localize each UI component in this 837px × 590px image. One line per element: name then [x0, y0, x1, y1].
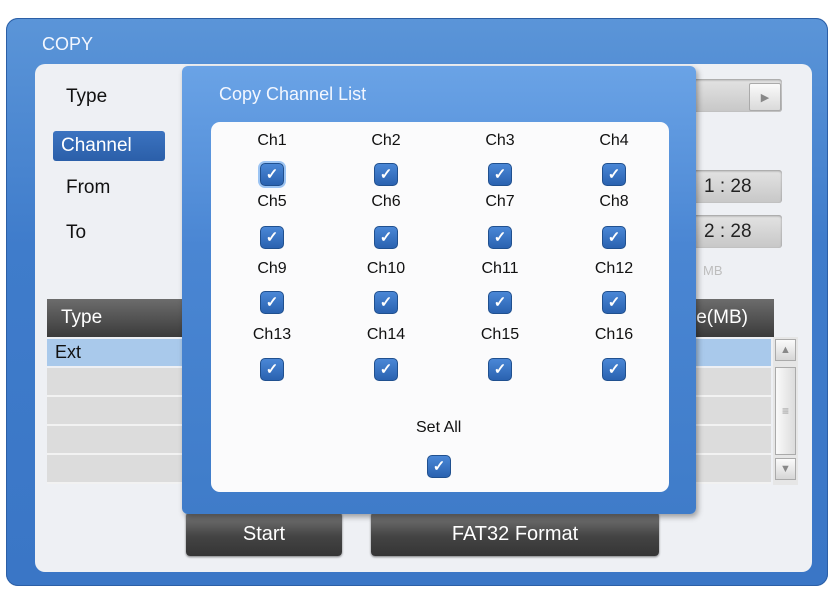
window-title: COPY: [42, 34, 94, 54]
from-label: From: [66, 177, 111, 198]
scroll-up-arrow-icon[interactable]: ▲: [775, 339, 796, 361]
from-time-field[interactable]: 1 : 28: [690, 170, 782, 203]
dialog-body: Ch1 Ch2 Ch3 Ch4 ✓ ✓ ✓ ✓ Ch5 Ch6 Ch7 Ch8 …: [211, 122, 669, 492]
channel-label-2: Ch2: [371, 132, 401, 149]
scroll-thumb[interactable]: ≡: [775, 367, 796, 455]
channel-checkbox-9[interactable]: ✓: [260, 291, 284, 314]
checkmark-icon: ✓: [265, 294, 279, 311]
checkmark-icon: ✓: [493, 361, 507, 378]
set-all-checkbox[interactable]: ✓: [427, 455, 451, 478]
to-label: To: [66, 222, 87, 243]
channel-label-1: Ch1: [257, 132, 287, 149]
copy-channel-list-dialog: Copy Channel List Ch1 Ch2 Ch3 Ch4 ✓ ✓ ✓ …: [182, 66, 696, 514]
to-time-value: 2 : 28: [704, 221, 752, 242]
channel-checkbox-13[interactable]: ✓: [260, 358, 284, 381]
checkmark-icon: ✓: [607, 294, 621, 311]
channel-label-7: Ch7: [485, 193, 515, 210]
column-header-type[interactable]: Type: [61, 307, 102, 329]
channel-label-14: Ch14: [366, 326, 406, 343]
checkmark-icon: ✓: [493, 166, 507, 183]
row-type-cell: Ext: [55, 342, 82, 362]
checkmark-icon: ✓: [265, 229, 279, 246]
channel-checkbox-15[interactable]: ✓: [488, 358, 512, 381]
channel-label-5: Ch5: [257, 193, 287, 210]
channel-label-11: Ch11: [481, 260, 519, 277]
channel-checkbox-4[interactable]: ✓: [602, 163, 626, 186]
channel-label-12: Ch12: [594, 260, 634, 277]
dialog-title: Copy Channel List: [219, 84, 367, 104]
channel-checkbox-14[interactable]: ✓: [374, 358, 398, 381]
table-scrollbar[interactable]: ▲ ≡ ▼: [773, 337, 798, 485]
from-time-value: 1 : 28: [704, 176, 752, 197]
channel-checkbox-7[interactable]: ✓: [488, 226, 512, 249]
channel-label-4: Ch4: [599, 132, 629, 149]
channel-checkbox-3[interactable]: ✓: [488, 163, 512, 186]
channel-label-15: Ch15: [480, 326, 520, 343]
channel-checkbox-1[interactable]: ✓: [260, 163, 284, 186]
checkmark-icon: ✓: [493, 294, 507, 311]
size-unit-label: MB: [703, 263, 723, 278]
checkmark-icon: ✓: [607, 166, 621, 183]
channel-checkbox-6[interactable]: ✓: [374, 226, 398, 249]
channel-label-10: Ch10: [366, 260, 406, 277]
set-all-label: Set All: [416, 419, 462, 436]
checkmark-icon: ✓: [379, 166, 393, 183]
type-label: Type: [66, 86, 108, 107]
checkmark-icon: ✓: [265, 166, 279, 183]
channel-checkbox-8[interactable]: ✓: [602, 226, 626, 249]
channel-label-13: Ch13: [252, 326, 292, 343]
channel-label-3: Ch3: [485, 132, 515, 149]
channel-checkbox-10[interactable]: ✓: [374, 291, 398, 314]
channel-label-8: Ch8: [599, 193, 629, 210]
checkmark-icon: ✓: [493, 229, 507, 246]
checkmark-icon: ✓: [379, 229, 393, 246]
checkmark-icon: ✓: [265, 361, 279, 378]
to-time-field[interactable]: 2 : 28: [690, 215, 782, 248]
channel-checkbox-5[interactable]: ✓: [260, 226, 284, 249]
column-header-size[interactable]: le(MB): [692, 307, 748, 329]
channel-checkbox-11[interactable]: ✓: [488, 291, 512, 314]
channel-label-6: Ch6: [371, 193, 401, 210]
channel-checkbox-12[interactable]: ✓: [602, 291, 626, 314]
channel-label-9: Ch9: [257, 260, 287, 277]
checkmark-icon: ✓: [607, 361, 621, 378]
scroll-down-arrow-icon[interactable]: ▼: [775, 458, 796, 480]
channel-checkbox-2[interactable]: ✓: [374, 163, 398, 186]
checkmark-icon: ✓: [607, 229, 621, 246]
checkmark-icon: ✓: [379, 294, 393, 311]
checkmark-icon: ✓: [432, 458, 446, 475]
channel-label[interactable]: Channel: [53, 131, 165, 161]
checkmark-icon: ✓: [379, 361, 393, 378]
fat32-format-button[interactable]: FAT32 Format: [371, 512, 659, 556]
triangle-right-icon[interactable]: ▶: [749, 83, 781, 111]
channel-label-16: Ch16: [594, 326, 634, 343]
channel-checkbox-16[interactable]: ✓: [602, 358, 626, 381]
start-button[interactable]: Start: [186, 512, 342, 556]
